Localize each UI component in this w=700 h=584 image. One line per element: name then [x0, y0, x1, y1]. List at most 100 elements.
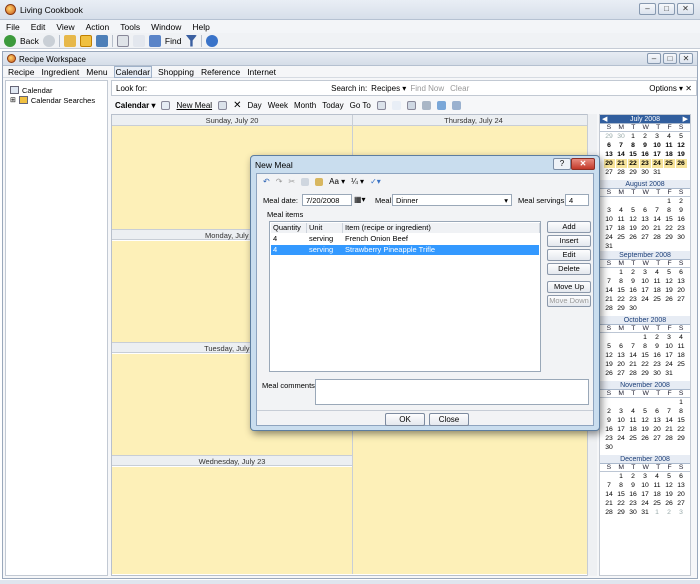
day-number[interactable]: 20 — [640, 224, 651, 233]
day-number[interactable]: 5 — [676, 132, 687, 141]
column-item[interactable]: Item (recipe or ingredient) — [343, 223, 540, 233]
day-number[interactable]: 17 — [652, 150, 663, 159]
day-number[interactable]: 21 — [604, 499, 615, 508]
goto-button[interactable]: Go To — [350, 101, 371, 110]
day-number[interactable]: 13 — [640, 215, 651, 224]
day-number[interactable]: 1 — [676, 398, 687, 407]
day-number[interactable]: 3 — [664, 333, 675, 342]
day-number[interactable]: 8 — [616, 277, 627, 286]
filter-icon[interactable] — [185, 34, 198, 47]
day-number[interactable]: 16 — [604, 425, 615, 434]
day-number[interactable]: 4 — [616, 206, 627, 215]
day-number[interactable]: 2 — [640, 132, 651, 141]
day-number[interactable]: 12 — [640, 416, 651, 425]
day-number[interactable]: 22 — [616, 295, 627, 304]
day-number[interactable]: 14 — [604, 490, 615, 499]
day-number[interactable]: 4 — [676, 333, 687, 342]
dialog-help-button[interactable]: ? — [553, 158, 571, 170]
meal-date-field[interactable]: 7/20/2008 — [302, 194, 352, 206]
day-number[interactable]: 7 — [652, 206, 663, 215]
day-number[interactable]: 13 — [604, 150, 615, 159]
day-number[interactable]: 26 — [675, 159, 687, 168]
help-icon[interactable] — [206, 34, 219, 47]
day-number[interactable]: 11 — [676, 342, 687, 351]
look-for-input[interactable] — [151, 82, 292, 94]
day-number[interactable]: 3 — [640, 268, 651, 277]
day-number[interactable]: 19 — [676, 150, 687, 159]
minimize-button[interactable]: – — [639, 3, 656, 15]
day-number[interactable]: 2 — [664, 508, 675, 517]
day-number[interactable]: 26 — [604, 369, 615, 378]
day-number[interactable]: 16 — [676, 215, 687, 224]
menu-help[interactable]: Help — [192, 22, 209, 32]
day-number[interactable]: 25 — [663, 159, 675, 168]
day-number[interactable]: 11 — [652, 277, 663, 286]
ws-menu-calendar[interactable]: Calendar — [113, 65, 153, 78]
day-number[interactable]: 20 — [616, 360, 627, 369]
day-number[interactable]: 30 — [640, 168, 651, 177]
day-number[interactable]: 15 — [616, 490, 627, 499]
move-up-button[interactable]: Move Up — [547, 281, 591, 293]
day-number[interactable]: 16 — [628, 490, 639, 499]
day-number[interactable]: 28 — [604, 508, 615, 517]
day-number[interactable]: 13 — [652, 416, 663, 425]
sort-icon[interactable] — [391, 101, 401, 110]
day-number[interactable]: 7 — [604, 277, 615, 286]
day-number[interactable]: 12 — [628, 215, 639, 224]
day-number[interactable]: 25 — [676, 360, 687, 369]
day-number[interactable]: 24 — [604, 233, 615, 242]
spellcheck-icon[interactable]: ✓▾ — [370, 177, 381, 186]
day-number[interactable]: 28 — [628, 369, 639, 378]
dialog-close-button[interactable]: ✕ — [571, 158, 595, 170]
format-dropdown[interactable]: Aa ▾ — [329, 177, 345, 186]
back-icon[interactable] — [4, 34, 16, 47]
forward-icon[interactable] — [42, 34, 55, 47]
day-number[interactable]: 24 — [651, 159, 663, 168]
day-number[interactable]: 6 — [616, 342, 627, 351]
day-number[interactable]: 8 — [640, 342, 651, 351]
day-number[interactable]: 2 — [604, 407, 615, 416]
day-number[interactable]: 24 — [616, 434, 627, 443]
day-number[interactable]: 20 — [676, 286, 687, 295]
day-number[interactable]: 6 — [604, 141, 615, 150]
day-number[interactable]: 8 — [616, 481, 627, 490]
day-number[interactable]: 10 — [604, 215, 615, 224]
day-number[interactable]: 18 — [616, 224, 627, 233]
day-number[interactable]: 3 — [652, 132, 663, 141]
day-number[interactable]: 23 — [604, 434, 615, 443]
close-button[interactable]: ✕ — [677, 3, 694, 15]
day-number[interactable]: 17 — [664, 351, 675, 360]
new-meal-button[interactable]: New Meal — [176, 101, 212, 110]
day-number[interactable]: 1 — [640, 333, 651, 342]
day-number[interactable]: 3 — [676, 508, 687, 517]
menu-action[interactable]: Action — [86, 22, 110, 32]
column-quantity[interactable]: Quantity — [271, 223, 307, 233]
options-button[interactable]: Options ▾ ✕ — [649, 84, 692, 93]
export-icon[interactable] — [451, 101, 461, 110]
binoculars-icon[interactable] — [148, 34, 161, 47]
menu-tools[interactable]: Tools — [120, 22, 140, 32]
day-number[interactable]: 31 — [652, 168, 663, 177]
day-number[interactable]: 24 — [640, 499, 651, 508]
day-cell-wednesday[interactable] — [112, 467, 352, 574]
day-number[interactable]: 3 — [640, 472, 651, 481]
table-row[interactable]: 4 serving Strawberry Pineapple Trifle — [271, 245, 539, 255]
menu-file[interactable]: File — [6, 22, 20, 32]
day-number[interactable]: 6 — [640, 206, 651, 215]
day-number[interactable]: 8 — [664, 206, 675, 215]
day-number[interactable]: 17 — [640, 286, 651, 295]
delete-button[interactable]: Delete — [547, 263, 591, 275]
delete-icon[interactable]: ✕ — [233, 100, 241, 111]
day-number[interactable]: 12 — [664, 481, 675, 490]
day-number[interactable]: 27 — [652, 434, 663, 443]
day-number[interactable]: 29 — [628, 168, 639, 177]
redo-icon[interactable]: ↷ — [276, 177, 283, 186]
day-number[interactable]: 22 — [616, 499, 627, 508]
day-number[interactable]: 18 — [652, 286, 663, 295]
day-number[interactable]: 21 — [628, 360, 639, 369]
day-number[interactable]: 4 — [652, 268, 663, 277]
day-number[interactable]: 4 — [664, 132, 675, 141]
cut-icon[interactable]: ✂ — [288, 177, 295, 186]
day-number[interactable]: 28 — [652, 233, 663, 242]
day-number[interactable]: 13 — [676, 277, 687, 286]
